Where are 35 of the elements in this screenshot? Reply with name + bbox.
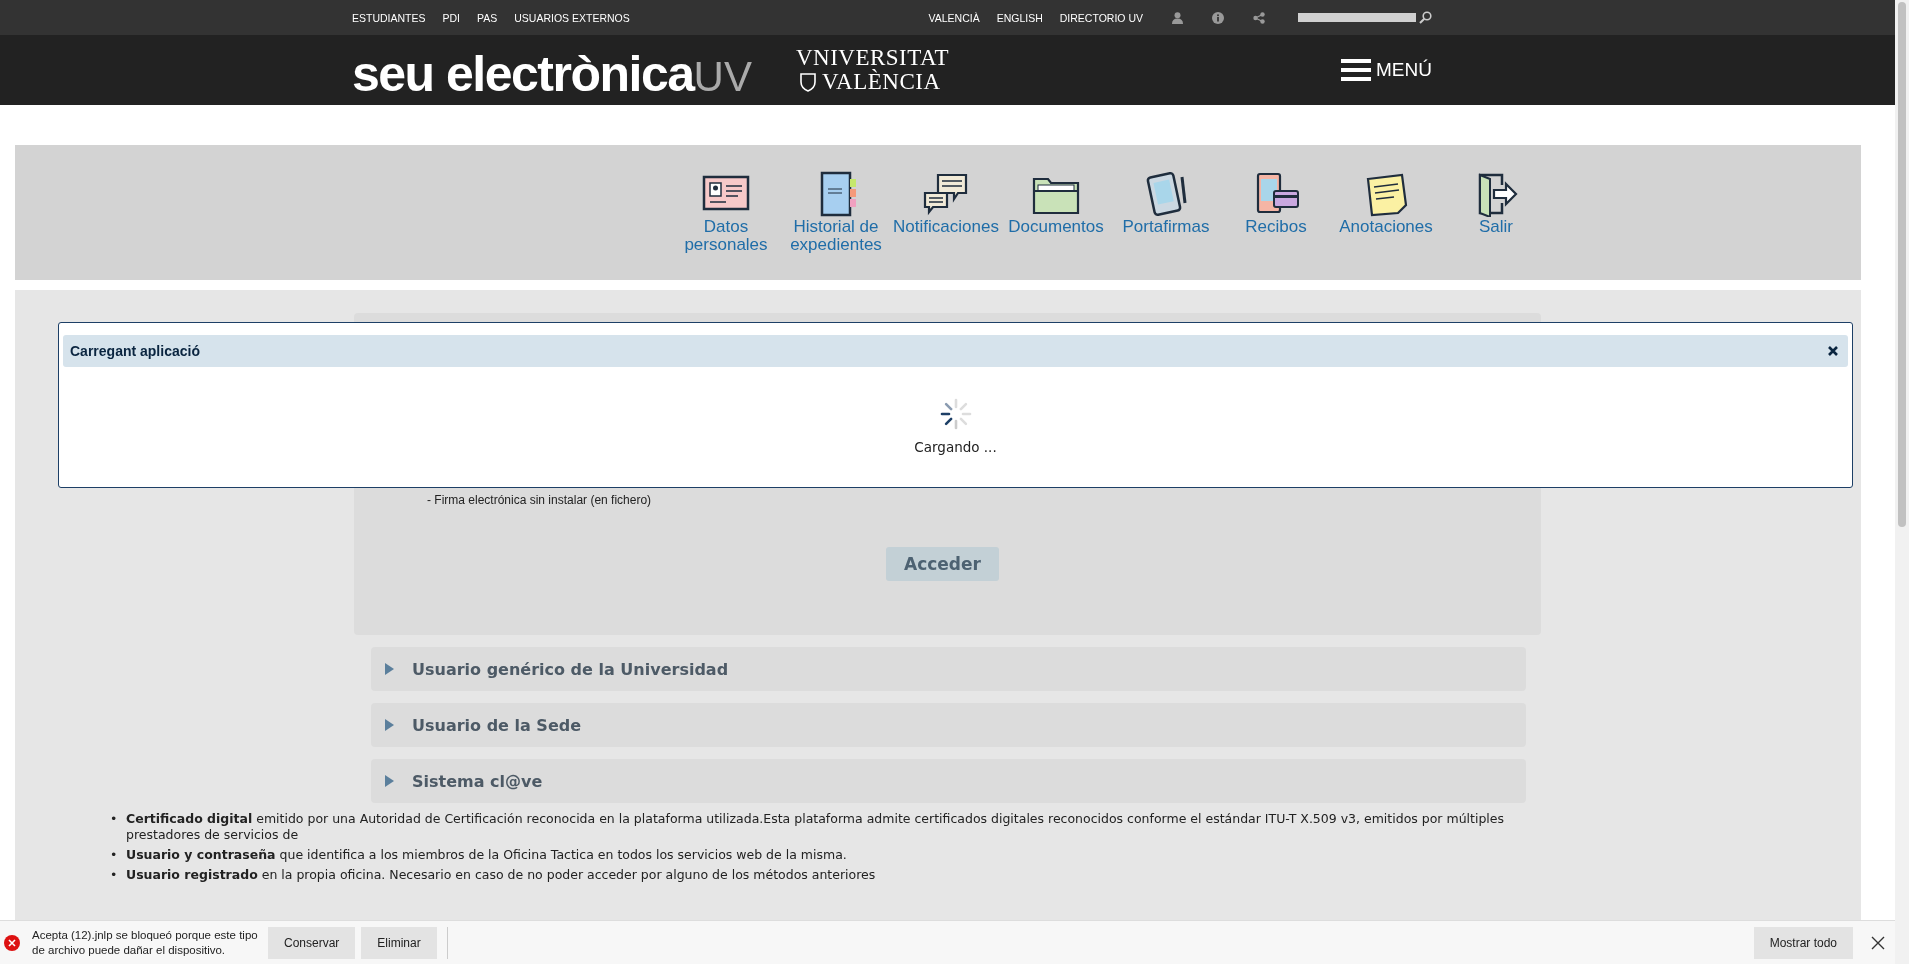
app-shortcut[interactable]: Anotaciones <box>1331 145 1441 280</box>
app-shortcut[interactable]: Notificaciones <box>891 145 1001 280</box>
nav-link[interactable]: PAS <box>477 11 498 24</box>
accordion-section[interactable]: Usuario de la Sede <box>371 703 1526 747</box>
login-method-text: Usuario y contraseña que identifica a los miembros de la Oficina Tactica en todos los servicios web de la misma. <box>126 847 847 863</box>
nav-link[interactable]: ESTUDIANTES <box>352 11 426 24</box>
download-action-button[interactable]: Eliminar <box>361 926 437 959</box>
bullet-mark: • <box>110 847 119 863</box>
university-logo-text: VALÈNCIA <box>821 70 941 95</box>
bullet-mark: • <box>110 811 119 828</box>
app-shortcut[interactable]: Documentos <box>1001 145 1111 280</box>
bullet-mark: • <box>110 867 119 883</box>
accordion-section[interactable]: Sistema cl@ve <box>371 759 1526 803</box>
nav-link[interactable]: PDI <box>442 11 461 24</box>
app-shortcut[interactable]: Datos personales <box>671 145 781 280</box>
university-logo-text: VNIVERSITAT <box>795 45 950 70</box>
dialog-title: Carregant aplicació <box>70 343 200 359</box>
nav-link[interactable]: ENGLISH <box>996 11 1043 24</box>
app-shortcut[interactable]: Salir <box>1441 145 1551 280</box>
app-shortcut[interactable]: Recibos <box>1221 145 1331 280</box>
app-shortcut[interactable]: Historial de expedientes <box>781 145 891 280</box>
nav-link[interactable]: USUARIOS EXTERNOS <box>514 11 630 24</box>
download-action-button[interactable]: Conservar <box>268 926 356 959</box>
show-all-button[interactable]: Mostrar todo <box>1753 926 1853 959</box>
access-button[interactable]: Acceder <box>886 547 999 581</box>
menu-button[interactable]: MENÚ <box>1341 59 1432 81</box>
app-shortcut[interactable]: Portafirmas <box>1111 145 1221 280</box>
accordion-section[interactable]: Usuario genérico de la Universidad <box>371 647 1526 691</box>
download-warning-text: Acepta (12).jnlp se bloqueó porque este tipo de archivo puede dañar el dispositivo. <box>32 927 259 958</box>
nav-link[interactable]: DIRECTORIO UV <box>1059 11 1143 24</box>
nav-link[interactable]: VALENCIÀ <box>928 11 980 24</box>
site-logo[interactable]: seu electrònicaUV <box>352 49 752 99</box>
login-method-text: Usuario registrado en la propia oficina. Necesario en caso de no poder acceder por alguno de los métodos anteriores <box>126 867 876 883</box>
loading-message: Cargando ... <box>914 439 997 455</box>
login-option-text: - Firma electrónica sin instalar (en fichero) <box>427 493 653 507</box>
